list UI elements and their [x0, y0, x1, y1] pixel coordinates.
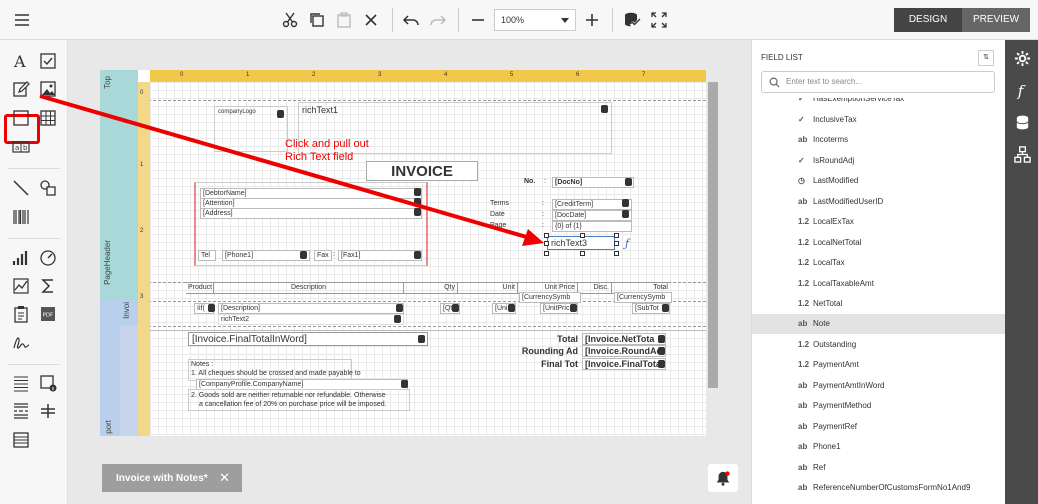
field-item[interactable]: 1.2 LocalTaxableAmt	[752, 274, 1006, 294]
close-tab-icon[interactable]: ✕	[219, 470, 230, 486]
notification-bell-icon[interactable]	[708, 464, 738, 492]
right-tab-bar: f	[1005, 40, 1038, 504]
field-list-database-icon[interactable]	[1012, 112, 1032, 132]
svg-text:f: f	[1016, 82, 1025, 99]
search-icon	[769, 77, 780, 88]
field-item[interactable]: ab Incoterms	[752, 130, 1006, 150]
field-list-tree: ✓ HasExemptionServiceTax ✓ InclusiveTax ab…	[752, 98, 1006, 504]
field-item[interactable]: ✓ HasExemptionServiceTax	[752, 98, 1006, 109]
report-tab-label: Invoice with Notes*	[116, 473, 208, 484]
field-item-selected[interactable]: ab Note	[752, 314, 1006, 334]
field-item[interactable]: 1.2 NetTotal	[752, 294, 1006, 314]
expressions-function-icon[interactable]: f	[1012, 80, 1032, 100]
field-item[interactable]: ab PaymentRef	[752, 417, 1006, 437]
field-search-input[interactable]: Enter text to search...	[761, 71, 995, 93]
field-item[interactable]: ✓ InclusiveTax	[752, 110, 1006, 130]
field-item[interactable]: 1.2 LocalTax	[752, 253, 1006, 273]
field-item[interactable]: ab Phone1	[752, 437, 1006, 457]
field-item[interactable]: 1.2 PaymentAmt	[752, 355, 1006, 375]
field-list-title: FIELD LIST	[761, 53, 803, 62]
field-item[interactable]: ab ReferenceNumberOfCustomsFormNo1And9	[752, 478, 1006, 498]
field-item[interactable]: ab PaymentMethod	[752, 396, 1006, 416]
field-item[interactable]: 1.2 Outstanding	[752, 335, 1006, 355]
report-tab[interactable]: Invoice with Notes* ✕	[102, 464, 242, 492]
field-item[interactable]: 1.2 LocalExTax	[752, 212, 1006, 232]
field-list-options-icon[interactable]: ⇅	[978, 50, 994, 66]
properties-gear-icon[interactable]	[1012, 48, 1032, 68]
report-explorer-icon[interactable]	[1012, 144, 1032, 164]
field-item[interactable]: ab LastModifiedUserID	[752, 192, 1006, 212]
field-item[interactable]: ab PaymentAmtInWord	[752, 376, 1006, 396]
field-item[interactable]: ab Ref	[752, 458, 1006, 478]
field-item[interactable]: 1.2 LocalNetTotal	[752, 233, 1006, 253]
field-list-panel: FIELD LIST ⇅ Enter text to search... ✓ Ha…	[751, 40, 1006, 504]
field-item[interactable]: ◷ LastModified	[752, 171, 1006, 191]
field-search-placeholder: Enter text to search...	[786, 77, 863, 86]
field-item[interactable]: ✓ IsRoundAdj	[752, 151, 1006, 171]
